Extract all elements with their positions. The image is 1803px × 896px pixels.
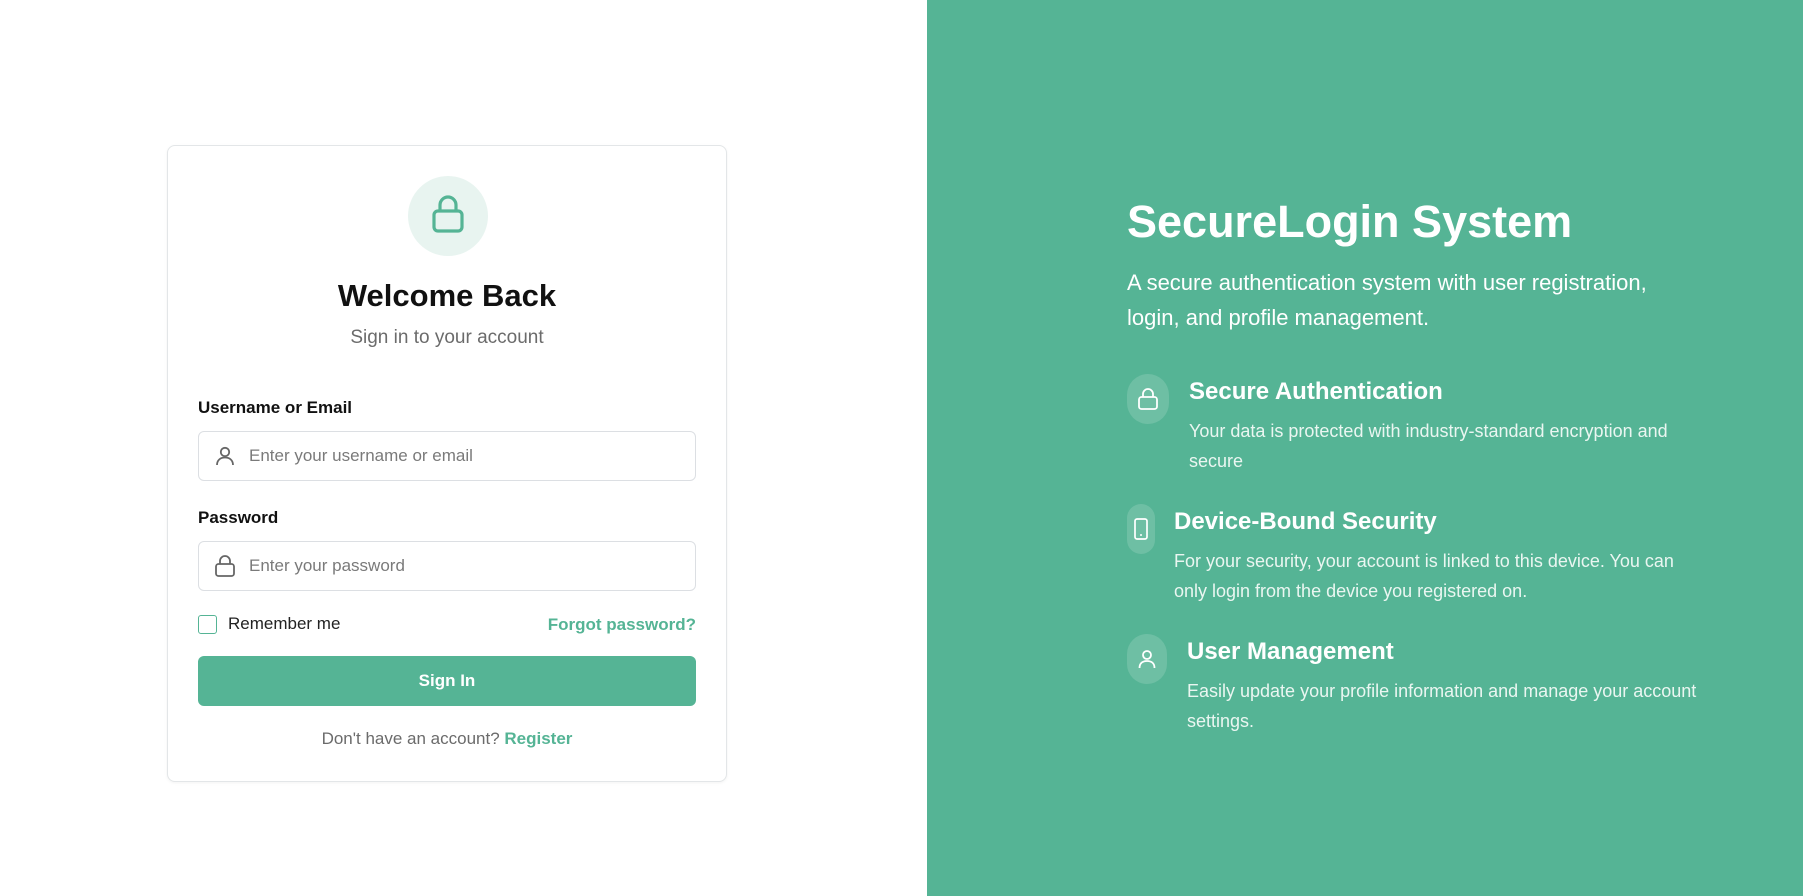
username-input[interactable]: [249, 432, 695, 480]
feature-title: Secure Authentication: [1189, 378, 1443, 405]
feature-description: Easily update your profile information a…: [1187, 681, 1697, 731]
login-card: Welcome Back Sign in to your account Use…: [167, 145, 727, 782]
page-subtitle: Sign in to your account: [350, 327, 544, 348]
username-field[interactable]: [198, 431, 696, 481]
register-link[interactable]: Register: [504, 729, 572, 748]
sign-in-button[interactable]: Sign In: [198, 656, 696, 706]
feature-title: User Management: [1187, 638, 1394, 665]
info-pane: SecureLogin System A secure authenticati…: [927, 0, 1803, 896]
password-field[interactable]: [198, 541, 696, 591]
lock-icon: [1127, 374, 1169, 424]
feature-description: For your security, your account is linke…: [1174, 551, 1674, 601]
password-input[interactable]: [249, 542, 695, 590]
register-prompt: Don't have an account? Register: [168, 729, 726, 749]
mobile-device-icon: [1127, 504, 1155, 554]
user-icon: [1127, 634, 1167, 684]
page-title: Welcome Back: [337, 278, 557, 313]
user-icon: [213, 444, 237, 468]
lock-badge: [408, 176, 488, 256]
lock-icon: [430, 194, 466, 239]
hero-title: SecureLogin System: [1127, 196, 1573, 247]
register-prompt-text: Don't have an account?: [321, 729, 500, 748]
hero-description: A secure authentication system with user…: [1127, 270, 1647, 330]
feature-title: Device-Bound Security: [1174, 508, 1437, 535]
username-label: Username or Email: [198, 398, 353, 417]
login-pane: Welcome Back Sign in to your account Use…: [0, 0, 927, 896]
password-label: Password: [198, 508, 279, 527]
forgot-password-link[interactable]: Forgot password?: [548, 615, 696, 635]
remember-label: Remember me: [228, 614, 341, 633]
remember-checkbox[interactable]: [198, 614, 217, 634]
remember-me[interactable]: Remember me: [198, 614, 340, 634]
feature-description: Your data is protected with industry-sta…: [1189, 421, 1668, 471]
lock-icon: [213, 554, 237, 578]
